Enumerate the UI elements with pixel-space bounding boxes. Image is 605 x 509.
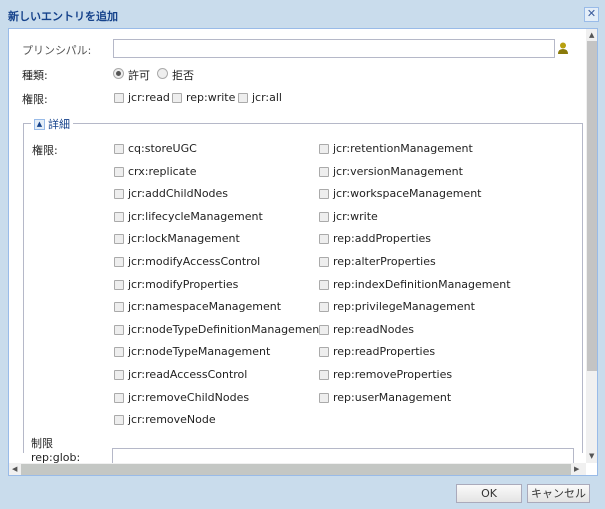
checkbox-jcr-write[interactable] — [319, 211, 329, 222]
deny-radio[interactable] — [157, 68, 168, 79]
checkbox-label: jcr:removeChildNodes — [128, 390, 250, 404]
checkbox-label: jcr:all — [252, 91, 282, 104]
checkbox-jcr-modifyProperties[interactable] — [114, 279, 124, 290]
checkbox-jcr-workspaceManagement[interactable] — [319, 189, 329, 200]
checkbox-rep-write[interactable] — [172, 93, 182, 103]
checkbox-label: rep:privilegeManagement — [333, 300, 475, 314]
checkbox-label: rep:readProperties — [333, 345, 436, 359]
checkbox-label: jcr:nodeTypeDefinitionManagement — [128, 322, 324, 336]
ok-button[interactable]: OK — [456, 484, 522, 503]
checkbox-label: jcr:lifecycleManagement — [128, 209, 263, 223]
checkbox-rep-removeProperties[interactable] — [319, 370, 329, 380]
checkbox-rep-addProperties[interactable] — [319, 234, 329, 245]
checkbox-jcr-all[interactable] — [238, 93, 248, 103]
vertical-scrollbar[interactable]: ▲ ▼ — [586, 29, 597, 463]
principal-input[interactable] — [113, 39, 555, 58]
checkbox-label: jcr:modifyProperties — [128, 277, 239, 291]
allow-radio[interactable] — [113, 68, 124, 79]
checkbox-label: crx:replicate — [128, 164, 197, 178]
horizontal-scrollbar[interactable]: ◀ ▶ — [9, 463, 586, 475]
checkbox-jcr-readAccessControl[interactable] — [114, 370, 124, 380]
checkbox-label: jcr:versionManagement — [333, 164, 463, 178]
checkbox-label: jcr:workspaceManagement — [333, 187, 482, 201]
checkbox-label: jcr:write — [333, 209, 378, 223]
checkbox-jcr-removeChildNodes[interactable] — [114, 392, 124, 403]
checkbox-label: rep:write — [186, 91, 236, 104]
checkbox-label: rep:addProperties — [333, 232, 432, 246]
close-icon[interactable]: ✕ — [584, 7, 599, 22]
restrictions-label: 制限 — [31, 437, 53, 450]
allow-label: 許可 — [128, 69, 150, 82]
checkbox-label: jcr:addChildNodes — [128, 187, 229, 201]
checkbox-jcr-read[interactable] — [114, 93, 124, 103]
checkbox-jcr-addChildNodes[interactable] — [114, 189, 124, 200]
checkbox-label: cq:storeUGC — [128, 142, 197, 155]
checkbox-jcr-removeNode[interactable] — [114, 415, 124, 426]
checkbox-rep-indexDefinitionManagement[interactable] — [319, 279, 329, 290]
dialog-title: 新しいエントリを追加 — [8, 10, 118, 23]
checkbox-label: jcr:read — [128, 91, 170, 104]
checkbox-rep-alterProperties[interactable] — [319, 257, 329, 267]
checkbox-jcr-namespaceManagement[interactable] — [114, 302, 124, 313]
details-legend: 詳細 — [48, 118, 70, 131]
checkbox-crx-replicate[interactable] — [114, 166, 124, 177]
checkbox-rep-readProperties[interactable] — [319, 347, 329, 358]
checkbox-label: jcr:lockManagement — [128, 232, 240, 246]
checkbox-label: jcr:namespaceManagement — [128, 300, 282, 314]
privileges-label: 権限: — [22, 93, 48, 106]
checkbox-jcr-lockManagement[interactable] — [114, 234, 124, 245]
checkbox-label: rep:removeProperties — [333, 368, 453, 381]
checkbox-jcr-modifyAccessControl[interactable] — [114, 257, 124, 267]
checkbox-label: jcr:removeNode — [128, 413, 216, 427]
checkbox-jcr-lifecycleManagement[interactable] — [114, 211, 124, 222]
cancel-button[interactable]: キャンセル — [527, 484, 590, 503]
checkbox-label: jcr:nodeTypeManagement — [128, 345, 271, 359]
dialog-body: プリンシパル: 種類: 許可 拒否 権限: jcr:read rep:write… — [8, 28, 598, 476]
details-toggle[interactable]: ▲ 詳細 — [31, 116, 73, 132]
checkbox-rep-userManagement[interactable] — [319, 392, 329, 403]
principal-label: プリンシパル: — [22, 44, 92, 57]
checkbox-jcr-nodeTypeManagement[interactable] — [114, 347, 124, 358]
details-privileges-label: 権限: — [32, 144, 58, 157]
checkbox-jcr-versionManagement[interactable] — [319, 166, 329, 177]
checkbox-label: rep:readNodes — [333, 322, 414, 336]
checkbox-rep-readNodes[interactable] — [319, 324, 329, 335]
dialog-titlebar[interactable]: 新しいエントリを追加 ✕ — [0, 0, 605, 28]
checkbox-label: rep:indexDefinitionManagement — [333, 277, 511, 291]
user-icon[interactable] — [558, 42, 568, 54]
type-label: 種類: — [22, 69, 48, 82]
checkbox-label: rep:userManagement — [333, 390, 452, 404]
collapse-icon[interactable]: ▲ — [34, 118, 45, 130]
checkbox-label: rep:alterProperties — [333, 255, 436, 268]
checkbox-label: jcr:readAccessControl — [128, 368, 248, 381]
checkbox-label: jcr:retentionManagement — [333, 142, 473, 155]
checkbox-jcr-nodeTypeDefinitionManagement[interactable] — [114, 324, 124, 335]
horizontal-scroll-thumb[interactable] — [21, 464, 571, 475]
vertical-scroll-thumb[interactable] — [587, 41, 597, 371]
checkbox-label: jcr:modifyAccessControl — [128, 255, 261, 268]
checkbox-rep-privilegeManagement[interactable] — [319, 302, 329, 313]
checkbox-cq-storeUGC[interactable] — [114, 144, 124, 154]
deny-label: 拒否 — [172, 69, 194, 82]
checkbox-jcr-retentionManagement[interactable] — [319, 144, 329, 154]
